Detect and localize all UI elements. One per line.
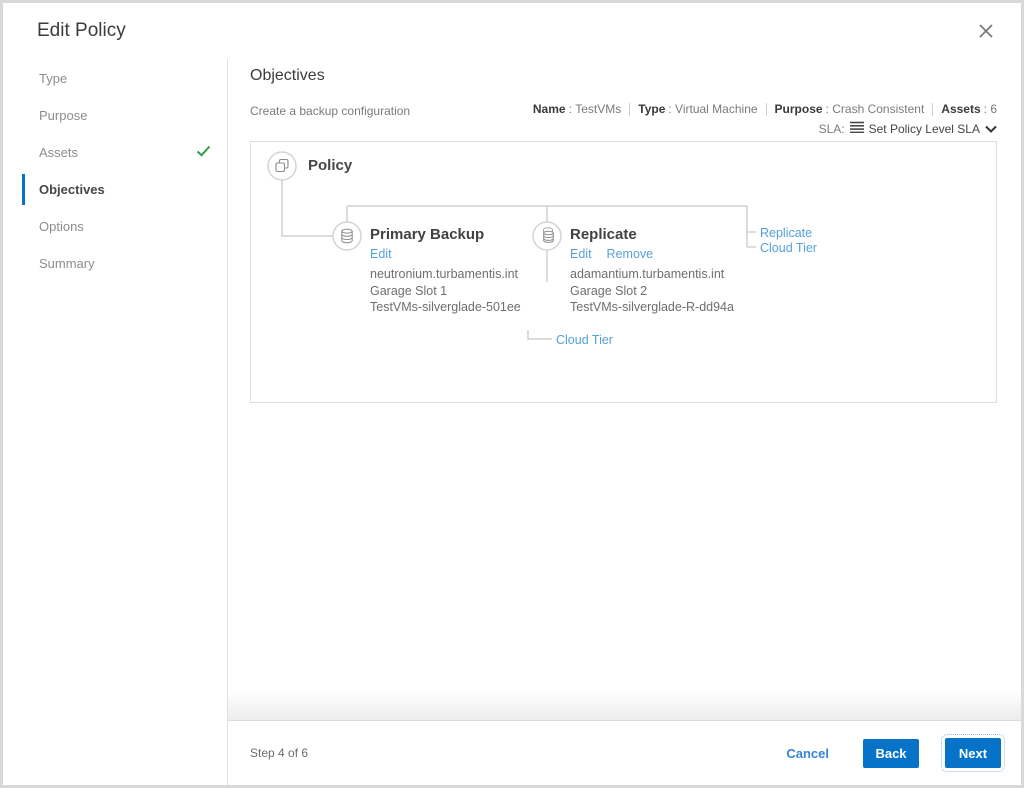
stage-details: neutronium.turbamentis.int Garage Slot 1… [370,266,560,316]
chevron-down-icon [985,122,997,136]
add-replicate-link[interactable]: Replicate [760,226,812,240]
storage-host: adamantium.turbamentis.int [570,267,725,281]
attr-assets: Assets: 6 [941,102,997,116]
storage-host: neutronium.turbamentis.int [370,267,518,281]
replicate-edit-link[interactable]: Edit [570,247,592,261]
separator [932,102,934,116]
sidebar-item-label: Purpose [39,108,88,123]
stage-title: Replicate [570,226,637,243]
sidebar-item-label: Objectives [39,182,105,197]
sidebar-item-objectives[interactable]: Objectives [3,171,227,208]
policy-summary-bar: Create a backup configuration Name: Test… [228,85,1021,136]
sidebar-item-assets[interactable]: Assets [3,134,227,171]
edit-policy-dialog: Edit Policy Type Purpose Assets Objectiv… [0,0,1024,788]
sidebar-item-label: Summary [39,256,95,271]
back-button[interactable]: Back [863,738,919,768]
list-icon [849,121,864,136]
sidebar-item-label: Assets [39,145,79,160]
sla-selected-value: Set Policy Level SLA [868,121,980,136]
policy-objectives-diagram: Policy Primary Backup Edit neutronium.tu… [250,141,997,403]
storage-unit: Garage Slot 2 [570,283,648,298]
attr-name: Name: TestVMs [532,102,622,116]
dialog-header: Edit Policy [3,3,1021,59]
sidebar-item-options[interactable]: Options [3,208,227,245]
next-button[interactable]: Next [941,734,1005,772]
step-indicator: Step 4 of 6 [250,746,309,760]
sla-label: SLA: [818,121,845,136]
policy-attributes: Name: TestVMs Type: Virtual Machine Purp… [533,102,997,116]
storage-unit: Garage Slot 1 [370,283,448,298]
active-step-indicator [22,174,25,205]
sidebar-item-type[interactable]: Type [3,60,227,97]
page-subtitle: Create a backup configuration [250,104,411,118]
add-cloud-tier-link[interactable]: Cloud Tier [760,241,817,255]
policy-node-label: Policy [308,157,353,174]
sidebar-item-summary[interactable]: Summary [3,245,227,282]
cancel-button[interactable]: Cancel [786,746,829,761]
check-icon [196,145,211,160]
wizard-steps-sidebar: Type Purpose Assets Objectives Options S… [3,59,228,785]
wizard-footer: Step 4 of 6 Cancel Back Next [228,721,1021,785]
primary-backup-edit-link[interactable]: Edit [370,247,392,261]
separator [765,102,767,116]
stage-details: adamantium.turbamentis.int Garage Slot 2… [570,266,760,316]
close-icon[interactable] [973,18,999,44]
attr-type: Type: Virtual Machine [638,102,758,116]
footer-shadow [228,691,1021,721]
replicate-cloud-tier-link[interactable]: Cloud Tier [556,333,613,347]
sla-dropdown[interactable]: SLA: Set Policy Level SLA [533,121,997,136]
main-content: Objectives Create a backup configuration… [228,59,1021,785]
dialog-title: Edit Policy [37,20,126,41]
stage-title: Primary Backup [370,226,485,243]
attr-purpose: Purpose: Crash Consistent [774,102,925,116]
sidebar-item-label: Type [39,71,68,86]
sidebar-item-purpose[interactable]: Purpose [3,97,227,134]
storage-target: TestVMs-silverglade-R-dd94a [570,300,734,314]
replicate-remove-link[interactable]: Remove [607,247,654,261]
page-title: Objectives [250,67,325,84]
stage-primary-backup: Primary Backup Edit neutronium.turbament… [370,226,560,316]
storage-target: TestVMs-silverglade-501ee [370,300,521,314]
separator [629,102,631,116]
stage-replicate: Replicate Edit Remove adamantium.turbame… [570,226,760,316]
sidebar-item-label: Options [39,219,84,234]
